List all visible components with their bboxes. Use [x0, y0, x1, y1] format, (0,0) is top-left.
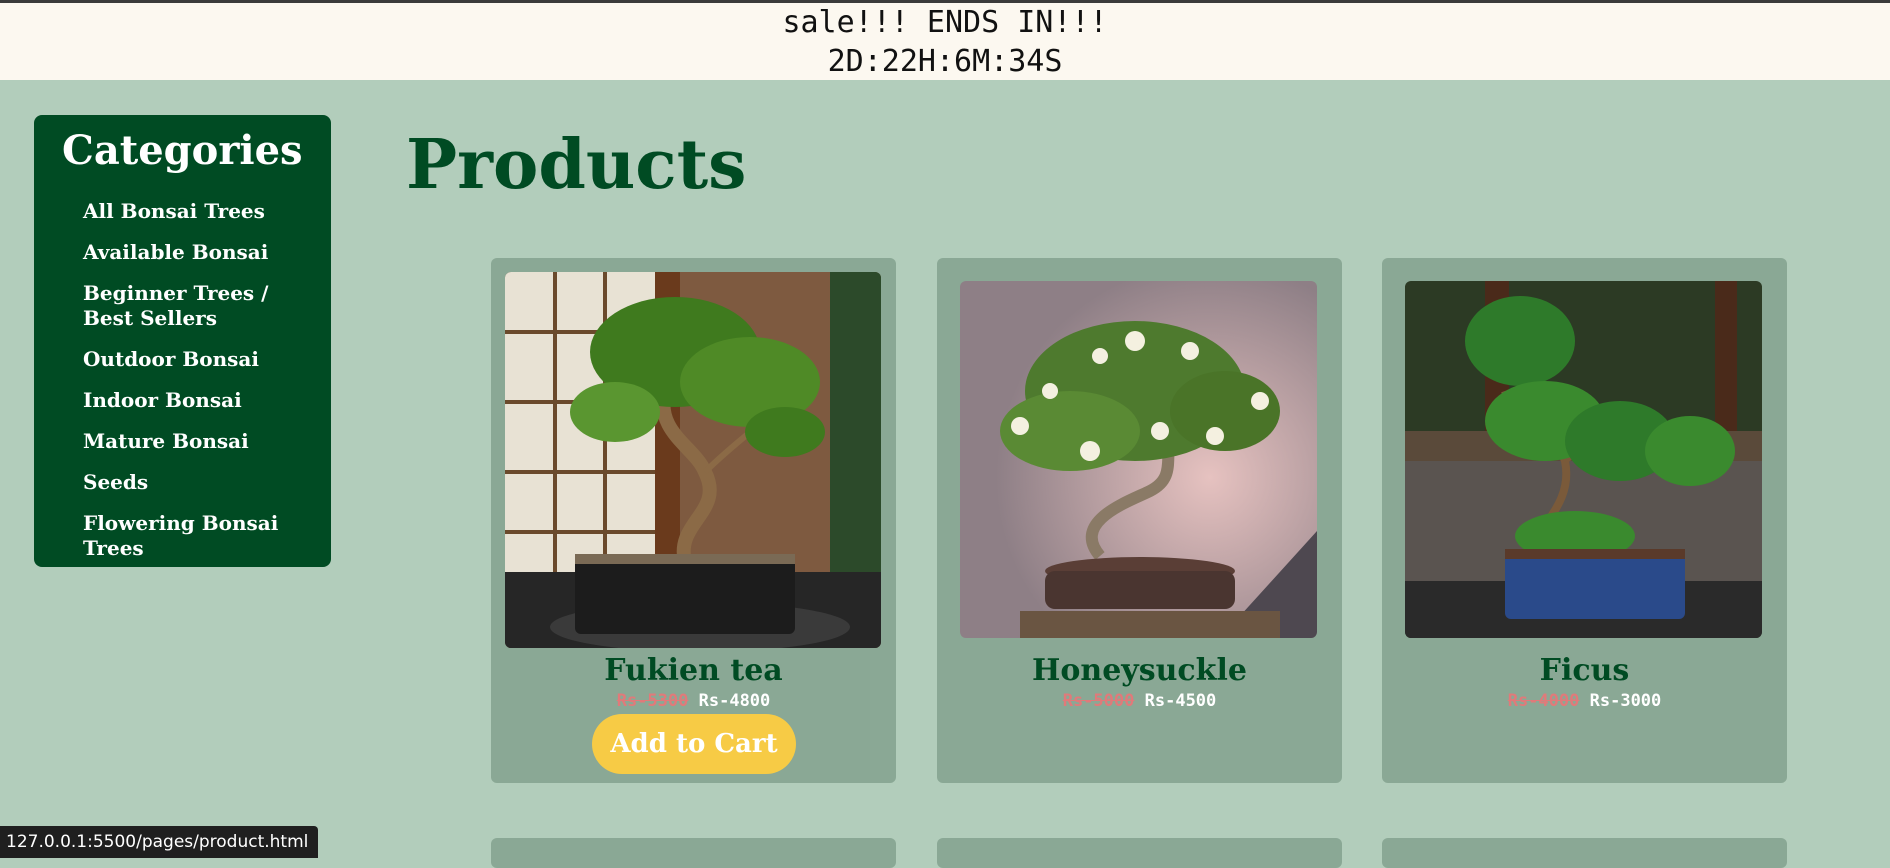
- product-price: Rs-5300 Rs-4800: [491, 690, 896, 712]
- product-price: Rs-4000 Rs-3000: [1382, 690, 1787, 712]
- add-to-cart-button[interactable]: Add to Cart: [592, 714, 796, 774]
- original-price: Rs-5000: [1062, 691, 1135, 711]
- sidebar-item-indoor-bonsai[interactable]: Indoor Bonsai: [83, 388, 318, 413]
- original-price: Rs-5300: [616, 691, 689, 711]
- sidebar-item-beginner-trees[interactable]: Beginner Trees / Best Sellers: [83, 281, 318, 331]
- sale-countdown: 2D:22H:6M:34S: [827, 44, 1063, 79]
- categories-sidebar: Categories All Bonsai Trees Available Bo…: [34, 115, 331, 567]
- sidebar-item-flowering-bonsai[interactable]: Flowering Bonsai Trees: [83, 511, 318, 561]
- product-name[interactable]: Ficus: [1382, 653, 1787, 689]
- product-card-honeysuckle: Honeysuckle Rs-5000 Rs-4500: [937, 258, 1342, 783]
- product-card-peek: [1382, 838, 1787, 868]
- product-card-peek: [937, 838, 1342, 868]
- sale-banner-text: sale!!! ENDS IN!!!: [782, 5, 1108, 40]
- category-list: All Bonsai Trees Available Bonsai Beginn…: [62, 199, 331, 561]
- product-name[interactable]: Honeysuckle: [937, 653, 1342, 689]
- product-price: Rs-5000 Rs-4500: [937, 690, 1342, 712]
- sale-price: Rs-4800: [698, 691, 771, 711]
- sale-banner: sale!!! ENDS IN!!! 2D:22H:6M:34S: [0, 3, 1890, 80]
- original-price: Rs-4000: [1507, 691, 1580, 711]
- product-card-ficus: Ficus Rs-4000 Rs-3000: [1382, 258, 1787, 783]
- product-card-fukien-tea: Fukien tea Rs-5300 Rs-4800 Add to Cart: [491, 258, 896, 783]
- product-image-ficus[interactable]: [1405, 281, 1762, 638]
- sidebar-item-all-bonsai-trees[interactable]: All Bonsai Trees: [83, 199, 318, 224]
- sidebar-item-mature-bonsai[interactable]: Mature Bonsai: [83, 429, 318, 454]
- product-card-peek: [491, 838, 896, 868]
- product-image-honeysuckle[interactable]: [960, 281, 1317, 638]
- product-name[interactable]: Fukien tea: [491, 653, 896, 689]
- sidebar-title: Categories: [62, 127, 303, 174]
- product-image-fukien-tea[interactable]: [505, 272, 881, 648]
- sidebar-item-outdoor-bonsai[interactable]: Outdoor Bonsai: [83, 347, 318, 372]
- sidebar-item-available-bonsai[interactable]: Available Bonsai: [83, 240, 318, 265]
- page-title: Products: [406, 125, 747, 205]
- sale-price: Rs-3000: [1589, 691, 1662, 711]
- status-bar-url: 127.0.0.1:5500/pages/product.html: [0, 826, 319, 858]
- sidebar-item-seeds[interactable]: Seeds: [83, 470, 318, 495]
- sale-price: Rs-4500: [1144, 691, 1217, 711]
